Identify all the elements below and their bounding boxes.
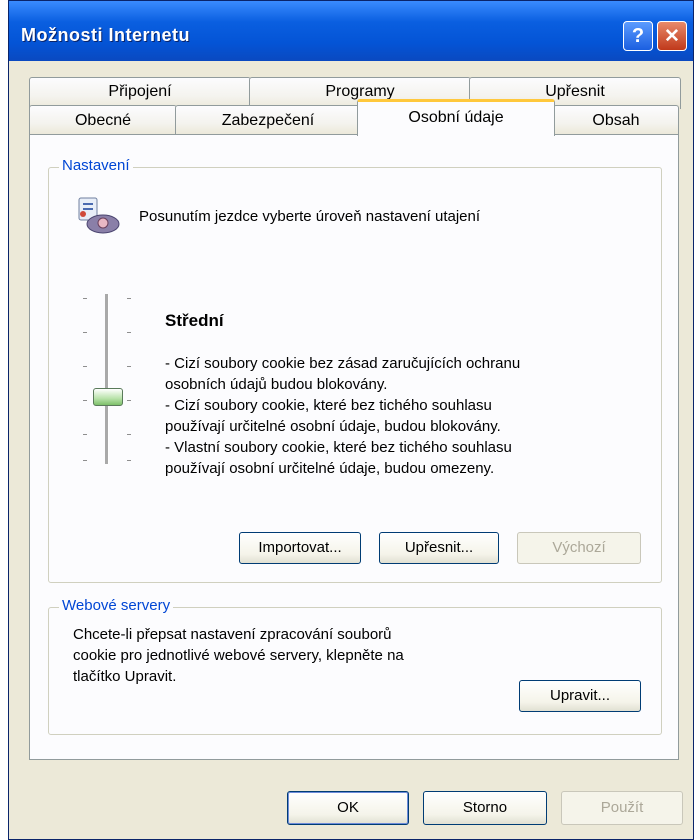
level-line-1: - Cizí soubory cookie bez zásad zaručují… [165, 355, 521, 372]
close-button[interactable]: ✕ [657, 21, 687, 51]
settings-group: Nastavení Posunutím jezdce vyberte úrove… [48, 157, 662, 583]
level-line-3: - Cizí soubory cookie, které bez tichého… [165, 397, 492, 414]
edit-sites-button[interactable]: Upravit... [519, 680, 641, 712]
privacy-icon [73, 196, 123, 236]
level-line-5: - Vlastní soubory cookie, které bez tich… [165, 439, 512, 456]
level-line-2: osobních údajů budou blokovány. [165, 376, 388, 393]
privacy-level-slider[interactable] [77, 294, 137, 464]
window-title: Možnosti Internetu [21, 25, 190, 45]
privacy-level-title: Střední [165, 311, 224, 330]
internet-options-window: Možnosti Internetu ? ✕ Připojení Program… [8, 0, 694, 840]
tab-obecne[interactable]: Obecné [29, 105, 177, 135]
web-servers-group: Webové servery Chcete-li přepsat nastave… [48, 597, 662, 735]
level-line-6: používají osobní určitelné údaje, budou … [165, 460, 495, 477]
ok-button[interactable]: OK [287, 791, 409, 825]
privacy-tab-panel: Nastavení Posunutím jezdce vyberte úrove… [29, 134, 679, 760]
import-button[interactable]: Importovat... [239, 532, 361, 564]
default-button[interactable]: Výchozí [517, 532, 641, 564]
advanced-button[interactable]: Upřesnit... [379, 532, 499, 564]
title-bar[interactable]: Možnosti Internetu ? ✕ [9, 1, 693, 61]
web-servers-line-3: tlačítko Upravit. [73, 668, 177, 685]
settings-legend: Nastavení [59, 157, 133, 174]
web-servers-line-2: cookie pro jednotlivé webové servery, kl… [73, 647, 404, 664]
web-servers-legend: Webové servery [59, 597, 174, 614]
slider-thumb[interactable] [93, 388, 123, 406]
apply-button[interactable]: Použít [561, 791, 683, 825]
tab-obsah[interactable]: Obsah [553, 105, 679, 135]
cancel-button[interactable]: Storno [423, 791, 547, 825]
tab-zabezpeceni[interactable]: Zabezpečení [175, 105, 361, 135]
settings-description: Posunutím jezdce vyberte úroveň nastaven… [139, 208, 481, 225]
tab-osobni-udaje[interactable]: Osobní údaje [357, 99, 555, 136]
web-servers-line-1: Chcete-li přepsat nastavení zpracování s… [73, 626, 392, 643]
level-line-4: používají určitelné osobní údaje, budou … [165, 418, 501, 435]
help-button[interactable]: ? [623, 21, 653, 51]
